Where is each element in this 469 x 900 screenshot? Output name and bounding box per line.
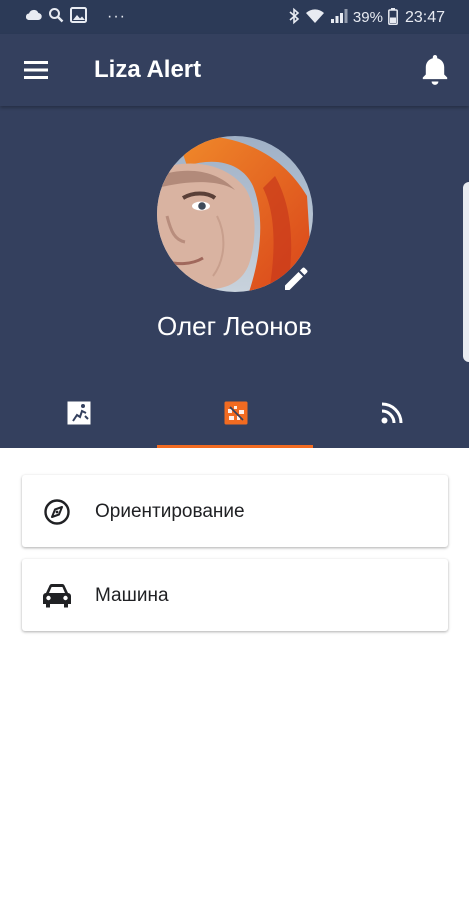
rss-feed-icon — [379, 400, 405, 426]
profile-tabs — [0, 386, 469, 448]
cloud-icon — [24, 8, 42, 26]
app-bar: Liza Alert — [0, 34, 469, 106]
profile-header: Олег Леонов — [0, 106, 469, 448]
battery-percent: 39% — [352, 9, 383, 26]
compass-icon — [42, 497, 72, 527]
screen: ··· 39% 23:47 Liza Alert Олег Леонов Ори… — [0, 0, 469, 900]
tab-grid-map[interactable] — [157, 386, 313, 448]
grid-map-icon — [223, 400, 249, 426]
exit-door-icon — [66, 400, 92, 426]
menu-button[interactable] — [22, 56, 50, 84]
bell-icon — [419, 55, 451, 90]
car-icon — [40, 581, 74, 611]
list-item-orientation[interactable]: Ориентирование — [22, 475, 448, 547]
clock: 23:47 — [404, 9, 445, 26]
notifications-button[interactable] — [419, 52, 451, 86]
edit-photo-button[interactable] — [280, 262, 312, 294]
scroll-handle[interactable] — [463, 182, 469, 362]
list-item-label: Машина — [95, 585, 169, 606]
signal-icon — [330, 8, 348, 28]
profile-name: Олег Леонов — [157, 311, 312, 341]
search-icon — [48, 7, 64, 27]
status-left: ··· — [24, 7, 126, 27]
image-icon — [70, 7, 87, 27]
list-item-label: Ориентирование — [95, 501, 245, 522]
wifi-icon — [305, 8, 325, 28]
status-right: 39% 23:47 — [288, 7, 445, 29]
tab-feed[interactable] — [313, 386, 469, 448]
bluetooth-icon — [288, 7, 300, 29]
app-title: Liza Alert — [94, 56, 202, 83]
battery-icon — [388, 7, 398, 29]
tab-exit[interactable] — [0, 386, 156, 448]
menu-icon — [22, 61, 50, 88]
list-item-car[interactable]: Машина — [22, 559, 448, 631]
tab-indicator — [157, 445, 313, 448]
overflow-dots: ··· — [107, 8, 126, 25]
pencil-icon — [280, 267, 312, 298]
status-bar: ··· 39% 23:47 — [0, 0, 469, 34]
